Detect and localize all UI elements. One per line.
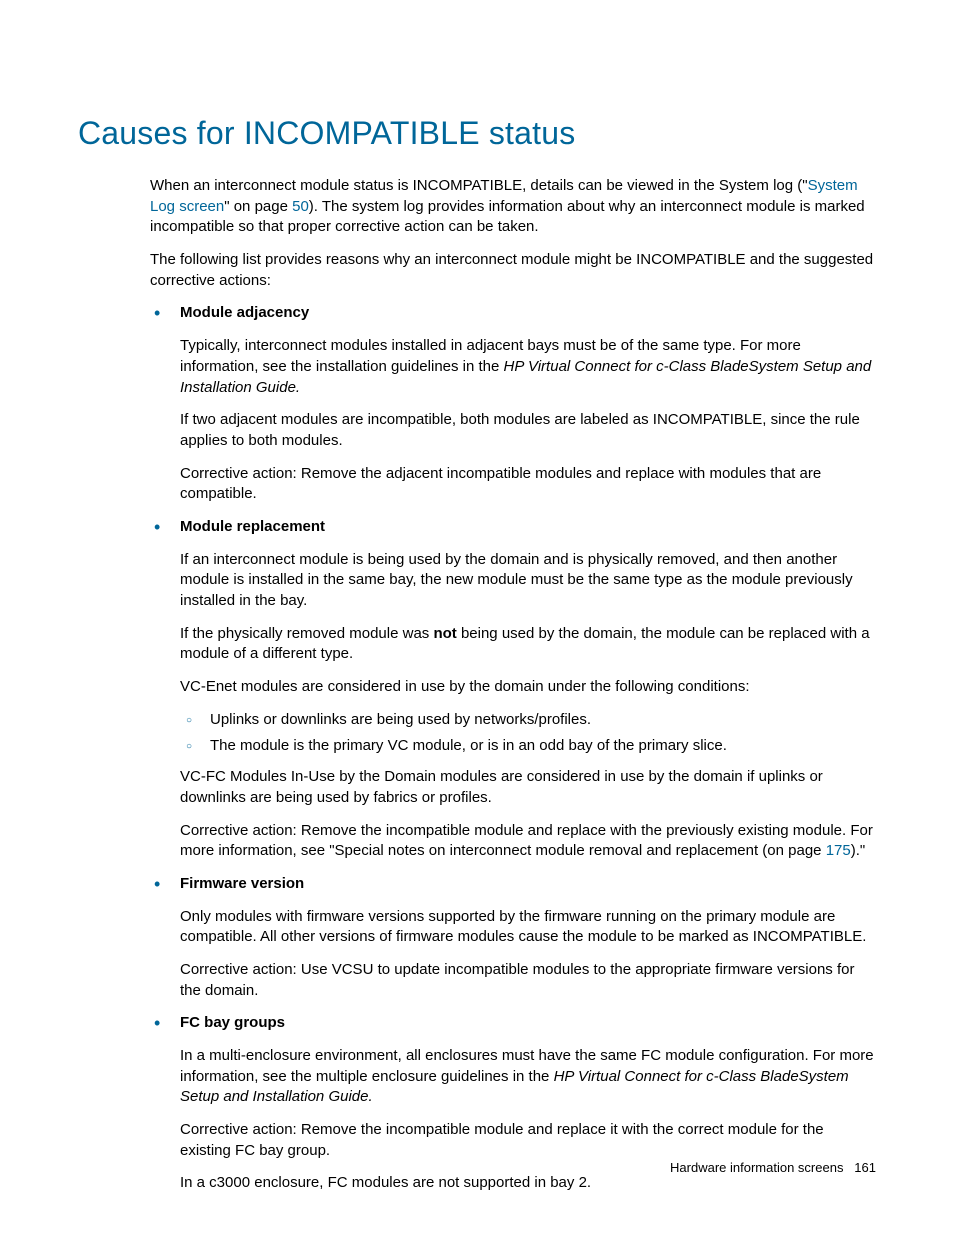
item-paragraph: In a c3000 enclosure, FC modules are not… xyxy=(180,1173,876,1194)
text-segment: " on page xyxy=(224,198,292,215)
item-paragraph: If an interconnect module is being used … xyxy=(180,550,876,612)
sub-list: Uplinks or downlinks are being used by n… xyxy=(180,710,876,757)
item-heading: Module adjacency xyxy=(180,303,876,324)
page-title: Causes for INCOMPATIBLE status xyxy=(78,115,876,152)
item-paragraph: Corrective action: Remove the incompatib… xyxy=(180,1120,876,1161)
bold-word: not xyxy=(433,625,456,642)
item-paragraph: Typically, interconnect modules installe… xyxy=(180,336,876,398)
document-page: Causes for INCOMPATIBLE status When an i… xyxy=(0,0,954,1235)
list-item: Module adjacency Typically, interconnect… xyxy=(150,303,876,505)
footer-page-number: 161 xyxy=(854,1160,876,1175)
item-paragraph: Corrective action: Remove the adjacent i… xyxy=(180,464,876,505)
item-paragraph: If two adjacent modules are incompatible… xyxy=(180,410,876,451)
item-paragraph: Corrective action: Remove the incompatib… xyxy=(180,821,876,862)
list-item: Firmware version Only modules with firmw… xyxy=(150,874,876,1001)
intro-paragraph-2: The following list provides reasons why … xyxy=(150,250,876,291)
sub-list-item: The module is the primary VC module, or … xyxy=(180,736,876,757)
page-50-link[interactable]: 50 xyxy=(292,198,309,215)
item-paragraph: Only modules with firmware versions supp… xyxy=(180,907,876,948)
text-segment: Corrective action: Remove the incompatib… xyxy=(180,822,873,860)
page-footer: Hardware information screens 161 xyxy=(670,1160,876,1175)
item-paragraph: In a multi-enclosure environment, all en… xyxy=(180,1046,876,1108)
page-175-link[interactable]: 175 xyxy=(826,842,851,859)
item-paragraph: VC-Enet modules are considered in use by… xyxy=(180,677,876,698)
footer-section-name: Hardware information screens xyxy=(670,1160,843,1175)
item-heading: Firmware version xyxy=(180,874,876,895)
body-content: When an interconnect module status is IN… xyxy=(150,176,876,1194)
sub-list-item: Uplinks or downlinks are being used by n… xyxy=(180,710,876,731)
item-paragraph: Corrective action: Use VCSU to update in… xyxy=(180,960,876,1001)
text-segment: )." xyxy=(851,842,866,859)
item-heading: Module replacement xyxy=(180,517,876,538)
item-paragraph: If the physically removed module was not… xyxy=(180,624,876,665)
item-heading: FC bay groups xyxy=(180,1013,876,1034)
item-paragraph: VC-FC Modules In-Use by the Domain modul… xyxy=(180,767,876,808)
text-segment: When an interconnect module status is IN… xyxy=(150,177,808,194)
intro-paragraph-1: When an interconnect module status is IN… xyxy=(150,176,876,238)
list-item: Module replacement If an interconnect mo… xyxy=(150,517,876,862)
text-segment: If the physically removed module was xyxy=(180,625,433,642)
reasons-list: Module adjacency Typically, interconnect… xyxy=(150,303,876,1194)
